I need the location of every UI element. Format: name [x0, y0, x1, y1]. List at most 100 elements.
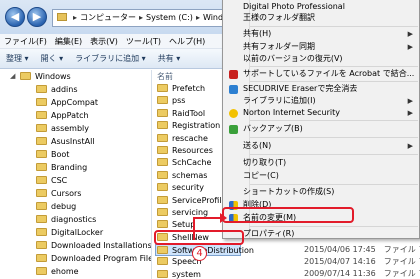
organize-button[interactable]: 整理 ▾	[0, 49, 35, 69]
menu-item-norton[interactable]: Norton Internet Security ▶	[223, 107, 419, 119]
tree-item[interactable]: Boot	[0, 148, 151, 161]
share-button[interactable]: 共有 ▾	[152, 49, 187, 69]
modified-date: 2009/07/14 11:36	[304, 269, 376, 278]
folder-icon	[36, 98, 47, 106]
folder-icon	[36, 163, 47, 171]
menu-view[interactable]: 表示(V)	[86, 34, 122, 49]
file-type: ファイル フォ	[383, 269, 420, 278]
modified-date: 2015/04/06 17:45	[304, 245, 376, 254]
tree-item-label: Cursors	[51, 189, 82, 198]
menu-item-label: 王様のフォルダ翻訳	[243, 13, 315, 22]
menu-separator	[250, 120, 418, 121]
tree-item[interactable]: ehome	[0, 265, 151, 278]
menu-help[interactable]: ヘルプ(H)	[165, 34, 209, 49]
tree-item[interactable]: AsusInstAll	[0, 135, 151, 148]
submenu-arrow-icon: ▶	[407, 30, 413, 38]
tree-item[interactable]: Downloaded Program Files	[0, 252, 151, 265]
tree-item[interactable]: AppPatch	[0, 109, 151, 122]
file-item-label: Registration	[172, 121, 221, 131]
add-to-library-button[interactable]: ライブラリに追加 ▾	[69, 49, 152, 69]
file-item-label: SchCache	[172, 158, 212, 168]
menu-item-send-to[interactable]: 送る(N) ▶	[223, 140, 419, 152]
tree-item-label: AppCompat	[51, 98, 99, 107]
menu-item-label: コピー(C)	[243, 171, 279, 180]
folder-icon	[36, 124, 47, 132]
menu-item-label: プロパティ(R)	[243, 229, 295, 238]
expand-arrow-icon[interactable]: ◢	[10, 70, 15, 83]
back-button[interactable]: ◀	[5, 7, 25, 27]
tree-item-label: Downloaded Installations	[51, 241, 152, 250]
tree-item[interactable]: Branding	[0, 161, 151, 174]
menu-item-add-to-library[interactable]: ライブラリに追加(I) ▶	[223, 95, 419, 107]
menu-item-acrobat-combine[interactable]: サポートしているファイルを Acrobat で結合...	[223, 68, 419, 80]
tree-item-label: addins	[51, 85, 78, 94]
breadcrumb-computer[interactable]: コンピューター	[80, 10, 136, 26]
folder-icon	[36, 189, 47, 197]
rename-highlight	[222, 207, 354, 223]
open-button[interactable]: 開く ▾	[35, 49, 70, 69]
tree-item[interactable]: debug	[0, 200, 151, 213]
tree-item[interactable]: CSC	[0, 174, 151, 187]
menu-item-backup[interactable]: バックアップ(B)	[223, 123, 419, 135]
menu-item-label: バックアップ(B)	[243, 124, 303, 133]
tree-item-label: AsusInstAll	[51, 137, 95, 146]
menu-item-label: 共有(H)	[243, 29, 272, 38]
file-item-label: RaidTool	[172, 108, 206, 118]
folder-icon	[157, 220, 168, 229]
file-detail-row: 2009/07/14 11:36 ファイル フォ	[304, 268, 420, 279]
menu-file[interactable]: ファイル(F)	[0, 34, 51, 49]
menu-item-shared-folder-sync[interactable]: 共有フォルダー同期 ▶	[223, 41, 419, 53]
submenu-arrow-icon: ▶	[407, 109, 413, 117]
tree-item-label: Boot	[51, 150, 70, 159]
menu-item-secudrive-eraser[interactable]: SECUDRIVE Eraserで完全消去	[223, 83, 419, 95]
tree-item[interactable]: assembly	[0, 122, 151, 135]
file-details: 2015/04/06 17:45 ファイル フォ 2015/04/07 14:16…	[304, 244, 420, 279]
tree-item-label: Windows	[35, 72, 71, 81]
forward-button[interactable]: ▶	[27, 7, 47, 27]
folder-icon	[36, 111, 47, 119]
menu-item-restore-versions[interactable]: 以前のバージョンの復元(V)	[223, 53, 419, 65]
folder-icon	[36, 267, 47, 275]
tree-item-label: Downloaded Program Files	[51, 254, 152, 263]
folder-icon	[157, 183, 168, 192]
menu-item-cut[interactable]: 切り取り(T)	[223, 157, 419, 169]
folder-icon	[157, 96, 168, 105]
folder-icon	[157, 145, 168, 154]
tree-item-windows[interactable]: ◢ Windows	[0, 70, 151, 83]
menu-item-label: ライブラリに追加(I)	[243, 96, 316, 105]
tree-item[interactable]: Downloaded Installations	[0, 239, 151, 252]
folder-icon	[36, 228, 47, 236]
menu-separator	[250, 81, 418, 82]
tree-item-label: ehome	[51, 267, 79, 276]
folder-icon	[36, 254, 47, 262]
folder-icon	[36, 215, 47, 223]
tree-item[interactable]: Cursors	[0, 187, 151, 200]
breadcrumb-system-drive[interactable]: System (C:)	[146, 10, 193, 26]
menu-item-label: サポートしているファイルを Acrobat で結合...	[243, 69, 415, 78]
folder-icon	[157, 246, 168, 255]
menu-item-share[interactable]: 共有(H) ▶	[223, 28, 419, 40]
tree-item-label: diagnostics	[51, 215, 97, 224]
tree-item[interactable]: addins	[0, 83, 151, 96]
step-number-badge: 4	[192, 246, 207, 261]
tree-item[interactable]: AppCompat	[0, 96, 151, 109]
column-header-name[interactable]: 名前	[157, 71, 173, 82]
tree-item[interactable]: diagnostics	[0, 213, 151, 226]
menu-edit[interactable]: 編集(E)	[51, 34, 86, 49]
menu-separator	[250, 137, 418, 138]
breadcrumb-separator: ▸	[139, 13, 144, 22]
menu-item-create-shortcut[interactable]: ショートカットの作成(S)	[223, 186, 419, 198]
menu-tools[interactable]: ツール(T)	[122, 34, 165, 49]
tree-item[interactable]: DigitalLocker	[0, 226, 151, 239]
menu-item-label: 以前のバージョンの復元(V)	[243, 54, 343, 63]
menu-item-properties[interactable]: プロパティ(R)	[223, 228, 419, 240]
file-item[interactable]: system	[157, 269, 241, 279]
submenu-arrow-icon: ▶	[407, 97, 413, 105]
menu-item-folder-translate[interactable]: 王様のフォルダ翻訳	[223, 12, 419, 24]
menu-item-label: SECUDRIVE Eraserで完全消去	[243, 84, 358, 93]
menu-separator	[250, 226, 418, 227]
menu-item-copy[interactable]: コピー(C)	[223, 170, 419, 182]
folder-icon	[36, 241, 47, 249]
menu-item-label: 送る(N)	[243, 141, 272, 150]
folder-icon	[157, 207, 168, 216]
